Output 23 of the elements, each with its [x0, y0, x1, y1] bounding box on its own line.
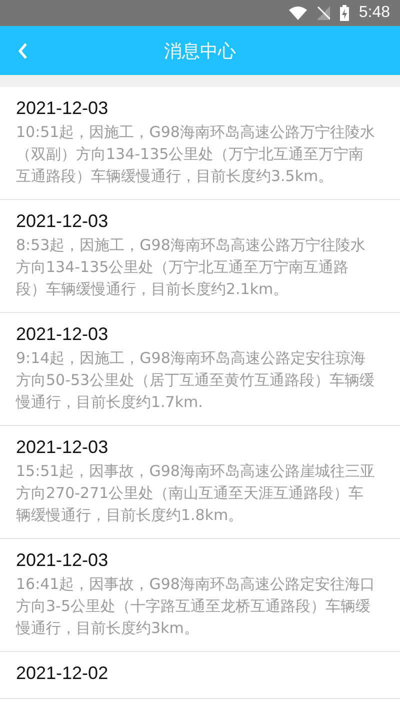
message-item[interactable]: 2021-12-03 15:51起，因事故，G98海南环岛高速公路崖城往三亚方向270-271公里处（南山互通至天涯互通路段）车辆缓慢通行，目前长度约1.8km。 [0, 426, 400, 539]
message-text: 15:51起，因事故，G98海南环岛高速公路崖城往三亚方向270-271公里处（南山互通至天涯互通路段）车辆缓慢通行，目前长度约1.8km。 [16, 461, 376, 526]
status-time: 5:48 [358, 4, 390, 22]
back-icon [18, 43, 28, 59]
message-text: 9:14起，因施工，G98海南环岛高速公路定安往琼海方向50-53公里处（居丁互通至黄竹互通路段）车辆缓慢通行，目前长度约1.7km. [16, 348, 376, 413]
message-text: 16:41起，因事故，G98海南环岛高速公路定安往海口方向3-5公里处（十字路互通至龙桥互通路段）车辆缓慢通行，目前长度约3km。 [16, 574, 376, 639]
message-item[interactable]: 2021-12-03 10:51起，因施工，G98海南环岛高速公路万宁往陵水（双副）方向134-135公里处（万宁北互通至万宁南互通路段）车辆缓慢通行，目前长度约3.5km。 [0, 87, 400, 200]
message-item[interactable]: 2021-12-02 [0, 652, 400, 699]
message-text: 10:51起，因施工，G98海南环岛高速公路万宁往陵水（双副）方向134-135公里处（万宁北互通至万宁南互通路段）车辆缓慢通行，目前长度约3.5km。 [16, 122, 376, 187]
message-date: 2021-12-03 [16, 97, 110, 120]
message-date: 2021-12-03 [16, 210, 110, 233]
page-title: 消息中心 [164, 40, 236, 62]
no-signal-icon [316, 6, 330, 20]
message-date: 2021-12-02 [16, 662, 110, 685]
message-item[interactable]: 2021-12-03 9:14起，因施工，G98海南环岛高速公路定安往琼海方向50-53公里处（居丁互通至黄竹互通路段）车辆缓慢通行，目前长度约1.7km. [0, 313, 400, 426]
message-date: 2021-12-03 [16, 549, 110, 572]
wifi-icon [288, 6, 307, 20]
message-date: 2021-12-03 [16, 436, 110, 459]
message-text: 8:53起，因施工，G98海南环岛高速公路万宁往陵水方向134-135公里处（万宁北互通至万宁南互通路段）车辆缓慢通行，目前长度约2.1km。 [16, 235, 366, 300]
battery-charging-icon [340, 5, 349, 21]
message-date: 2021-12-03 [16, 323, 110, 346]
message-item[interactable]: 2021-12-03 8:53起，因施工，G98海南环岛高速公路万宁往陵水方向134-135公里处（万宁北互通至万宁南互通路段）车辆缓慢通行，目前长度约2.1km。 [0, 200, 400, 313]
message-item[interactable]: 2021-12-03 16:41起，因事故，G98海南环岛高速公路定安往海口方向3-5公里处（十字路互通至龙桥互通路段）车辆缓慢通行，目前长度约3km。 [0, 539, 400, 652]
